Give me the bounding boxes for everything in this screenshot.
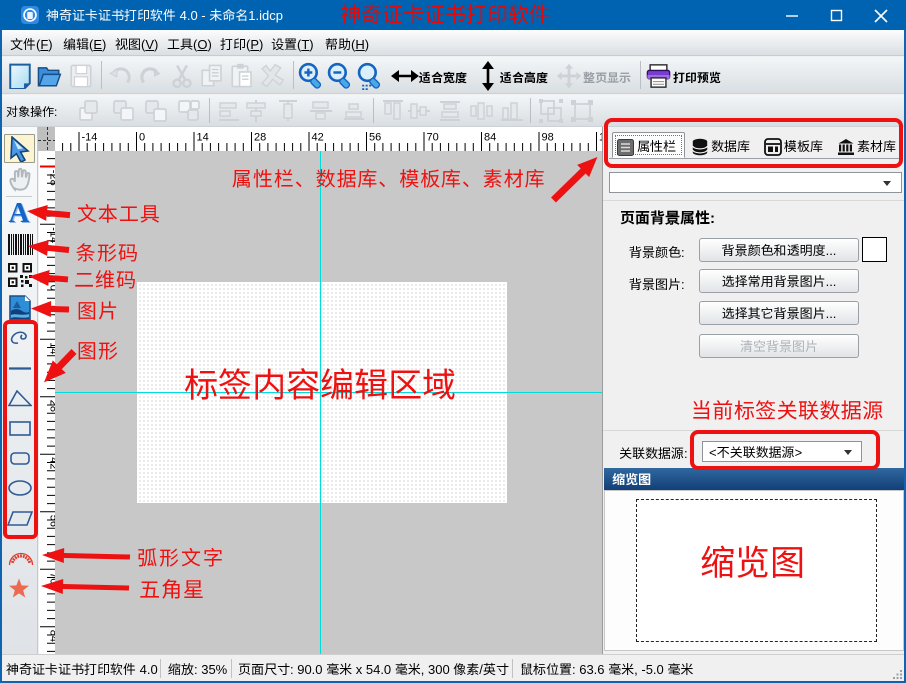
svg-text:-28: -28 — [48, 170, 56, 186]
svg-text:42: 42 — [48, 457, 56, 469]
svg-text:-14: -14 — [82, 132, 98, 144]
svg-text:56: 56 — [369, 132, 381, 144]
svg-text:98: 98 — [542, 132, 554, 144]
svg-text:14: 14 — [197, 132, 209, 144]
svg-text:42: 42 — [312, 132, 324, 144]
svg-text:84: 84 — [48, 630, 56, 642]
svg-text:28: 28 — [48, 400, 56, 412]
svg-text:70: 70 — [427, 132, 439, 144]
svg-text:56: 56 — [48, 515, 56, 527]
svg-text:0: 0 — [139, 132, 145, 144]
svg-text:84: 84 — [484, 132, 496, 144]
svg-text:28: 28 — [254, 132, 266, 144]
